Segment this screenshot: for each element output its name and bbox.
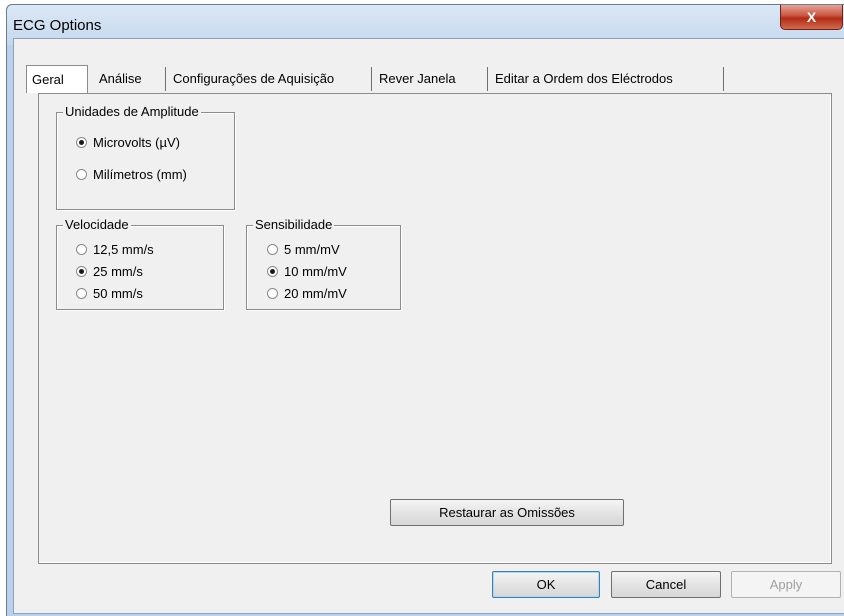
group-title: Unidades de Amplitude — [63, 104, 201, 120]
restore-defaults-button[interactable]: Restaurar as Omissões — [390, 499, 624, 526]
tab-label: Geral — [32, 72, 64, 87]
ok-button[interactable]: OK — [492, 571, 600, 598]
radio-milimetros[interactable]: Milímetros (mm) — [76, 167, 187, 182]
radio-sens-20[interactable]: 20 mm/mV — [267, 286, 347, 301]
radio-unchecked-icon — [267, 288, 278, 299]
button-label: Cancel — [645, 577, 687, 592]
tab-label: Configurações de Aquisição — [173, 71, 335, 86]
cancel-button[interactable]: Cancel — [611, 571, 721, 598]
button-label: OK — [536, 577, 556, 592]
tab-label: Rever Janela — [379, 71, 456, 86]
dialog-client-area: Geral Análise Configurações de Aquisição… — [13, 38, 844, 614]
dialog-window: ECG Options X Geral Análise Configuraçõe… — [6, 4, 844, 616]
tab-configuracoes-aquisicao[interactable]: Configurações de Aquisição — [168, 67, 372, 91]
radio-unchecked-icon — [76, 244, 87, 255]
radio-speed-25[interactable]: 25 mm/s — [76, 264, 143, 279]
radio-label: Microvolts (µV) — [93, 135, 180, 150]
group-title: Velocidade — [63, 217, 131, 233]
radio-unchecked-icon — [76, 288, 87, 299]
amplitude-units-group: Unidades de Amplitude Microvolts (µV) Mi… — [56, 104, 235, 210]
radio-label: 50 mm/s — [93, 286, 143, 301]
radio-sens-5[interactable]: 5 mm/mV — [267, 242, 340, 257]
radio-label: Milímetros (mm) — [93, 167, 187, 182]
sensitivity-group: Sensibilidade 5 mm/mV 10 mm/mV 20 mm/mV — [246, 217, 401, 310]
button-label: Restaurar as Omissões — [439, 505, 575, 520]
radio-checked-icon — [76, 266, 87, 277]
radio-sens-10[interactable]: 10 mm/mV — [267, 264, 347, 279]
radio-label: 20 mm/mV — [284, 286, 347, 301]
radio-label: 25 mm/s — [93, 264, 143, 279]
tab-editar-ordem-electrodos[interactable]: Editar a Ordem dos Eléctrodos — [490, 67, 724, 91]
radio-unchecked-icon — [76, 169, 87, 180]
group-title: Sensibilidade — [253, 217, 335, 233]
tab-label: Análise — [99, 71, 142, 86]
radio-checked-icon — [76, 137, 87, 148]
radio-label: 10 mm/mV — [284, 264, 347, 279]
tab-page-geral: Unidades de Amplitude Microvolts (µV) Mi… — [38, 93, 832, 564]
tab-rever-janela[interactable]: Rever Janela — [374, 67, 488, 91]
radio-unchecked-icon — [267, 244, 278, 255]
radio-label: 5 mm/mV — [284, 242, 340, 257]
tab-label: Editar a Ordem dos Eléctrodos — [495, 71, 673, 86]
radio-speed-50[interactable]: 50 mm/s — [76, 286, 143, 301]
radio-microvolts[interactable]: Microvolts (µV) — [76, 135, 180, 150]
speed-group: Velocidade 12,5 mm/s 25 mm/s 50 mm/s — [56, 217, 224, 310]
close-icon: X — [806, 9, 817, 25]
close-button[interactable]: X — [780, 5, 843, 30]
apply-button[interactable]: Apply — [731, 571, 841, 598]
tab-analise[interactable]: Análise — [94, 67, 166, 91]
tab-geral[interactable]: Geral — [26, 65, 88, 93]
radio-speed-12-5[interactable]: 12,5 mm/s — [76, 242, 154, 257]
radio-checked-icon — [267, 266, 278, 277]
radio-label: 12,5 mm/s — [93, 242, 154, 257]
button-label: Apply — [769, 577, 803, 592]
window-title: ECG Options — [13, 17, 102, 34]
